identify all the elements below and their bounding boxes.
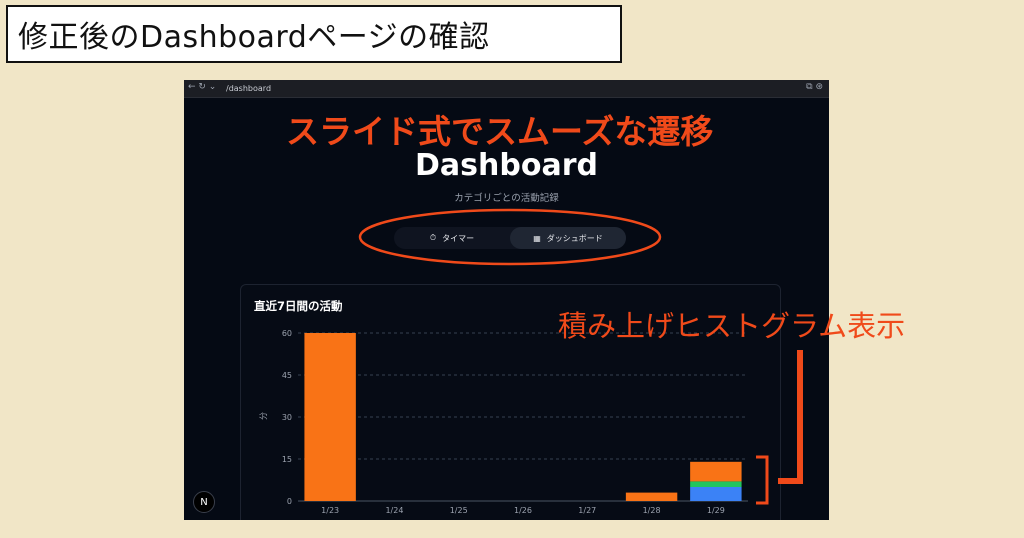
annotation-overlay [358, 208, 803, 505]
bracket-mark [756, 455, 769, 505]
highlight-ellipse [358, 208, 662, 266]
arrow-mark [778, 350, 803, 484]
